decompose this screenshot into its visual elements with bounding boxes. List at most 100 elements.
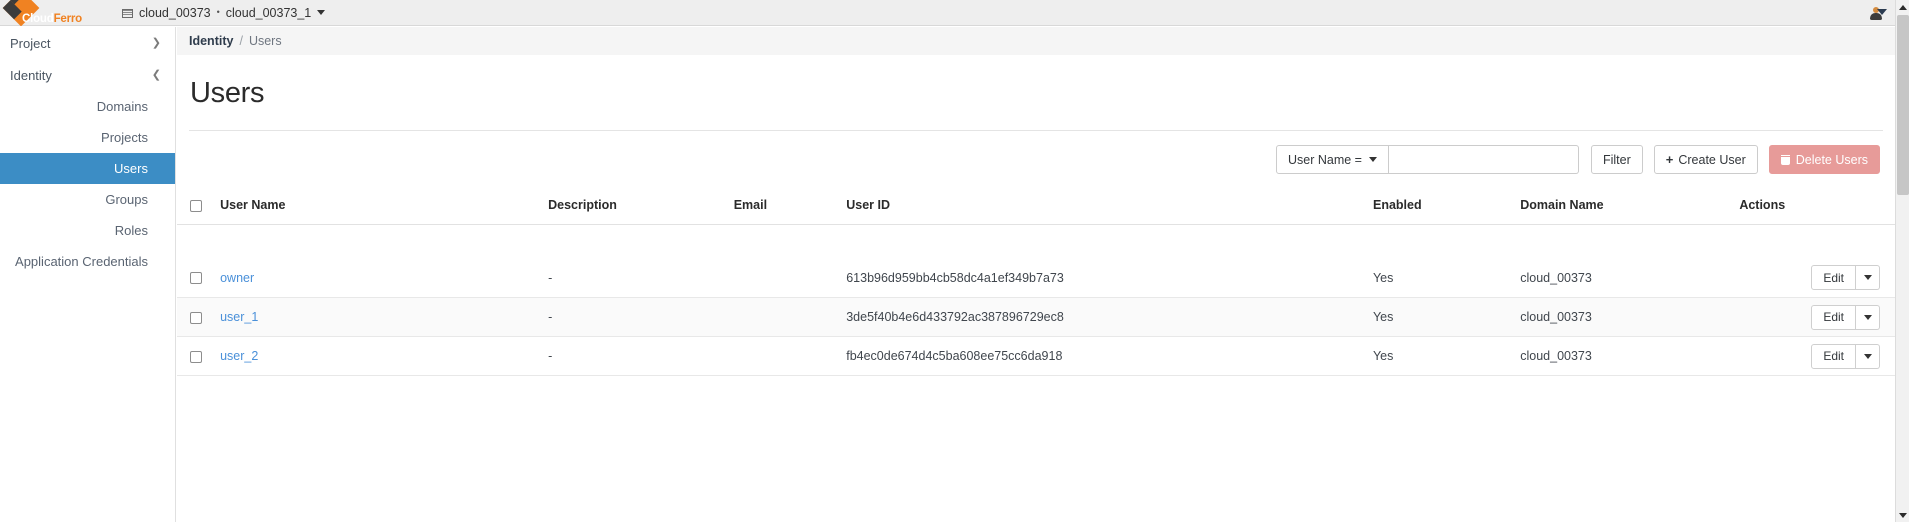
users-table-body: owner - 613b96d959bb4cb58dc4a1ef349b7a73… — [177, 225, 1895, 376]
sidebar-item-label: Groups — [105, 192, 148, 207]
brand-logo[interactable]: CloudFerro — [0, 0, 104, 26]
scroll-up-arrow-icon[interactable] — [1896, 0, 1909, 14]
sidebar-item-label: Application Credentials — [15, 254, 148, 269]
chevron-right-icon: ❯ — [152, 38, 161, 49]
cell-enabled: Yes — [1373, 298, 1520, 337]
sidebar-item-label: Projects — [101, 130, 148, 145]
cell-domain-name: cloud_00373 — [1520, 259, 1739, 298]
delete-users-button-label: Delete Users — [1796, 153, 1868, 167]
top-navbar: CloudFerro cloud_00373 • cloud_00373_1 — [0, 0, 1895, 26]
create-user-button[interactable]: + Create User — [1654, 145, 1758, 174]
sidebar-group-identity[interactable]: Identity ❮ — [0, 59, 175, 91]
sidebar-item-label: Users — [114, 161, 148, 176]
cell-user-id: 613b96d959bb4cb58dc4a1ef349b7a73 — [846, 259, 1373, 298]
sidebar-item-users[interactable]: Users — [0, 153, 175, 184]
column-header-description: Description — [548, 192, 734, 225]
breadcrumb-separator: / — [239, 34, 242, 48]
context-project-label: cloud_00373 — [139, 6, 211, 20]
table-toolbar: User Name = Filter + Create User Delete … — [177, 131, 1895, 174]
row-actions-dropdown-button[interactable] — [1856, 305, 1880, 330]
table-row[interactable]: user_1 - 3de5f40b4e6d433792ac387896729ec… — [177, 298, 1895, 337]
table-row[interactable]: user_2 - fb4ec0de674d4c5ba608ee75cc6da91… — [177, 337, 1895, 376]
edit-button[interactable]: Edit — [1811, 265, 1856, 290]
sidebar-group-project-label: Project — [10, 36, 50, 51]
sidebar-item-label: Domains — [97, 99, 148, 114]
sidebar-item-roles[interactable]: Roles — [0, 215, 175, 246]
caret-down-icon — [1864, 354, 1872, 359]
sidebar: Project ❯ Identity ❮ Domains Projects Us… — [0, 27, 176, 522]
sidebar-item-projects[interactable]: Projects — [0, 122, 175, 153]
row-checkbox[interactable] — [190, 312, 202, 324]
brand-wordmark: CloudFerro — [22, 13, 82, 25]
row-actions-dropdown-button[interactable] — [1856, 344, 1880, 369]
user-name-link[interactable]: user_2 — [220, 349, 258, 363]
row-action-group: Edit — [1739, 265, 1880, 290]
sidebar-item-groups[interactable]: Groups — [0, 184, 175, 215]
cell-user-name: user_2 — [220, 337, 548, 376]
cell-description: - — [548, 259, 734, 298]
brand-word-ferro: Ferro — [54, 13, 82, 25]
filter-input[interactable] — [1389, 145, 1579, 174]
sidebar-item-domains[interactable]: Domains — [0, 91, 175, 122]
row-select-cell — [177, 337, 220, 376]
cell-enabled: Yes — [1373, 259, 1520, 298]
column-header-email: Email — [734, 192, 847, 225]
users-table-head: User Name Description Email User ID Enab… — [177, 192, 1895, 225]
project-list-icon — [122, 9, 133, 18]
page-title: Users — [190, 77, 1895, 110]
chevron-down-icon: ❮ — [152, 70, 161, 81]
caret-down-icon — [1369, 157, 1377, 162]
context-domain-label: cloud_00373_1 — [226, 6, 312, 20]
cell-domain-name: cloud_00373 — [1520, 337, 1739, 376]
filter-field-select[interactable]: User Name = — [1276, 145, 1389, 174]
create-user-button-label: Create User — [1678, 153, 1745, 167]
cell-user-id: 3de5f40b4e6d433792ac387896729ec8 — [846, 298, 1373, 337]
column-header-user-id: User ID — [846, 192, 1373, 225]
select-all-header — [177, 192, 220, 225]
delete-users-button[interactable]: Delete Users — [1769, 145, 1880, 174]
sidebar-item-label: Roles — [115, 223, 148, 238]
cell-actions: Edit — [1739, 337, 1895, 376]
row-checkbox[interactable] — [190, 272, 202, 284]
sidebar-group-identity-label: Identity — [10, 68, 52, 83]
breadcrumb: Identity / Users — [177, 27, 1895, 55]
trash-icon — [1781, 155, 1790, 165]
breadcrumb-root[interactable]: Identity — [189, 34, 233, 48]
users-table: User Name Description Email User ID Enab… — [177, 192, 1895, 376]
main-content: Identity / Users Users User Name = Filte… — [177, 27, 1895, 522]
table-header-row: User Name Description Email User ID Enab… — [177, 192, 1895, 225]
row-select-cell — [177, 259, 220, 298]
project-domain-switcher[interactable]: cloud_00373 • cloud_00373_1 — [116, 0, 331, 26]
plus-icon: + — [1666, 153, 1674, 166]
sidebar-group-project[interactable]: Project ❯ — [0, 27, 175, 59]
cell-user-name: owner — [220, 259, 548, 298]
cell-user-id: fb4ec0de674d4c5ba608ee75cc6da918 — [846, 337, 1373, 376]
scroll-down-arrow-icon[interactable] — [1896, 508, 1909, 522]
cell-user-name: user_1 — [220, 298, 548, 337]
select-all-checkbox[interactable] — [190, 200, 202, 212]
cell-enabled: Yes — [1373, 337, 1520, 376]
user-name-link[interactable]: user_1 — [220, 310, 258, 324]
row-action-group: Edit — [1739, 305, 1880, 330]
row-action-group: Edit — [1739, 344, 1880, 369]
filter-field-select-label: User Name = — [1288, 153, 1362, 167]
edit-button[interactable]: Edit — [1811, 305, 1856, 330]
table-row[interactable]: owner - 613b96d959bb4cb58dc4a1ef349b7a73… — [177, 259, 1895, 298]
chevron-down-icon — [317, 10, 325, 15]
caret-down-icon — [1864, 315, 1872, 320]
row-checkbox[interactable] — [190, 351, 202, 363]
cell-email — [734, 259, 847, 298]
column-header-enabled: Enabled — [1373, 192, 1520, 225]
cell-description: - — [548, 337, 734, 376]
filter-button[interactable]: Filter — [1591, 145, 1643, 174]
sidebar-item-application-credentials[interactable]: Application Credentials — [0, 246, 175, 277]
cell-actions: Edit — [1739, 259, 1895, 298]
scrollbar-thumb[interactable] — [1897, 15, 1909, 195]
column-header-user-name: User Name — [220, 192, 548, 225]
user-name-link[interactable]: owner — [220, 271, 254, 285]
page-scrollbar[interactable] — [1895, 0, 1909, 522]
row-actions-dropdown-button[interactable] — [1856, 265, 1880, 290]
topbar-collapse-caret-icon[interactable] — [1877, 9, 1887, 15]
cell-actions: Edit — [1739, 298, 1895, 337]
edit-button[interactable]: Edit — [1811, 344, 1856, 369]
